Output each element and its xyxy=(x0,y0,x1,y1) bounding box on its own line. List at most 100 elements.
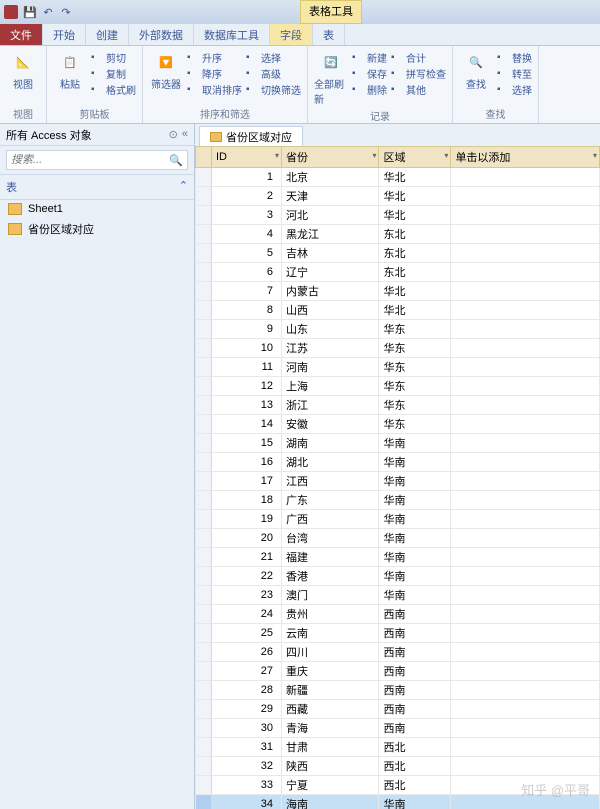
cell-region[interactable]: 华北 xyxy=(379,168,451,187)
cell-region[interactable]: 西北 xyxy=(379,738,451,757)
cell-province[interactable]: 上海 xyxy=(282,377,379,396)
redo-icon[interactable]: ↷ xyxy=(58,4,74,20)
tab-file[interactable]: 文件 xyxy=(0,24,43,45)
cell-province[interactable]: 海南 xyxy=(282,795,379,809)
cell-region[interactable]: 华东 xyxy=(379,396,451,415)
table-row[interactable]: 7内蒙古华北 xyxy=(196,282,600,301)
ribbon-small-button[interactable]: ▪拼写检查 xyxy=(391,66,446,81)
cell-region[interactable]: 东北 xyxy=(379,225,451,244)
cell-empty[interactable] xyxy=(451,586,600,605)
row-selector[interactable] xyxy=(196,776,212,795)
ribbon-tab[interactable]: 表 xyxy=(313,24,345,45)
ribbon-button[interactable]: 🔽筛选器 xyxy=(149,50,183,91)
cell-region[interactable]: 华南 xyxy=(379,567,451,586)
row-selector[interactable] xyxy=(196,491,212,510)
cell-province[interactable]: 云南 xyxy=(282,624,379,643)
cell-province[interactable]: 四川 xyxy=(282,643,379,662)
cell-region[interactable]: 华南 xyxy=(379,472,451,491)
cell-province[interactable]: 天津 xyxy=(282,187,379,206)
cell-id[interactable]: 27 xyxy=(212,662,282,681)
cell-region[interactable]: 华北 xyxy=(379,206,451,225)
ribbon-small-button[interactable]: ▪保存 xyxy=(352,66,387,81)
table-row[interactable]: 16湖北华南 xyxy=(196,453,600,472)
cell-id[interactable]: 15 xyxy=(212,434,282,453)
row-selector[interactable] xyxy=(196,377,212,396)
table-row[interactable]: 3河北华北 xyxy=(196,206,600,225)
ribbon-small-button[interactable]: ▪合计 xyxy=(391,50,446,65)
cell-empty[interactable] xyxy=(451,282,600,301)
row-selector[interactable] xyxy=(196,282,212,301)
cell-province[interactable]: 陕西 xyxy=(282,757,379,776)
cell-id[interactable]: 13 xyxy=(212,396,282,415)
cell-region[interactable]: 华南 xyxy=(379,434,451,453)
ribbon-small-button[interactable]: ▪降序 xyxy=(187,66,242,81)
cell-region[interactable]: 华南 xyxy=(379,453,451,472)
table-row[interactable]: 22香港华南 xyxy=(196,567,600,586)
row-selector[interactable] xyxy=(196,244,212,263)
cell-id[interactable]: 32 xyxy=(212,757,282,776)
cell-id[interactable]: 12 xyxy=(212,377,282,396)
cell-empty[interactable] xyxy=(451,491,600,510)
cell-region[interactable]: 华北 xyxy=(379,187,451,206)
cell-id[interactable]: 16 xyxy=(212,453,282,472)
cell-province[interactable]: 宁夏 xyxy=(282,776,379,795)
row-selector[interactable] xyxy=(196,624,212,643)
cell-id[interactable]: 24 xyxy=(212,605,282,624)
cell-region[interactable]: 西南 xyxy=(379,605,451,624)
ribbon-button[interactable]: 📐视图 xyxy=(6,50,40,91)
row-selector[interactable] xyxy=(196,206,212,225)
row-selector[interactable] xyxy=(196,263,212,282)
cell-region[interactable]: 华南 xyxy=(379,586,451,605)
cell-province[interactable]: 青海 xyxy=(282,719,379,738)
nav-pane-header[interactable]: 所有 Access 对象 ⊙ « xyxy=(0,124,194,146)
cell-province[interactable]: 安徽 xyxy=(282,415,379,434)
cell-province[interactable]: 西藏 xyxy=(282,700,379,719)
cell-id[interactable]: 4 xyxy=(212,225,282,244)
cell-id[interactable]: 7 xyxy=(212,282,282,301)
table-row[interactable]: 26四川西南 xyxy=(196,643,600,662)
table-row[interactable]: 24贵州西南 xyxy=(196,605,600,624)
table-row[interactable]: 15湖南华南 xyxy=(196,434,600,453)
cell-region[interactable]: 西南 xyxy=(379,643,451,662)
table-row[interactable]: 14安徽华东 xyxy=(196,415,600,434)
row-selector[interactable] xyxy=(196,548,212,567)
cell-region[interactable]: 华东 xyxy=(379,358,451,377)
row-selector[interactable] xyxy=(196,795,212,809)
table-row[interactable]: 20台湾华南 xyxy=(196,529,600,548)
cell-province[interactable]: 吉林 xyxy=(282,244,379,263)
cell-province[interactable]: 台湾 xyxy=(282,529,379,548)
cell-id[interactable]: 28 xyxy=(212,681,282,700)
ribbon-small-button[interactable]: ▪高级 xyxy=(246,66,301,81)
datasheet-grid[interactable]: ID▾省份▾区域▾单击以添加▾ 1北京华北2天津华北3河北华北4黑龙江东北5吉林… xyxy=(195,146,600,809)
cell-id[interactable]: 21 xyxy=(212,548,282,567)
row-selector[interactable] xyxy=(196,681,212,700)
ribbon-tab[interactable]: 开始 xyxy=(43,24,86,45)
ribbon-tab[interactable]: 创建 xyxy=(86,24,129,45)
cell-empty[interactable] xyxy=(451,738,600,757)
row-selector[interactable] xyxy=(196,662,212,681)
cell-id[interactable]: 17 xyxy=(212,472,282,491)
cell-id[interactable]: 5 xyxy=(212,244,282,263)
row-selector[interactable] xyxy=(196,472,212,491)
table-row[interactable]: 30青海西南 xyxy=(196,719,600,738)
ribbon-small-button[interactable]: ▪新建 xyxy=(352,50,387,65)
cell-empty[interactable] xyxy=(451,605,600,624)
cell-province[interactable]: 甘肃 xyxy=(282,738,379,757)
ribbon-small-button[interactable]: ▪剪切 xyxy=(91,50,136,65)
cell-empty[interactable] xyxy=(451,700,600,719)
cell-id[interactable]: 11 xyxy=(212,358,282,377)
cell-id[interactable]: 9 xyxy=(212,320,282,339)
row-selector[interactable] xyxy=(196,434,212,453)
cell-region[interactable]: 华南 xyxy=(379,795,451,809)
cell-province[interactable]: 浙江 xyxy=(282,396,379,415)
cell-province[interactable]: 河南 xyxy=(282,358,379,377)
cell-region[interactable]: 华东 xyxy=(379,415,451,434)
row-selector[interactable] xyxy=(196,358,212,377)
cell-province[interactable]: 福建 xyxy=(282,548,379,567)
ribbon-small-button[interactable]: ▪复制 xyxy=(91,66,136,81)
table-row[interactable]: 27重庆西南 xyxy=(196,662,600,681)
ribbon-tab[interactable]: 字段 xyxy=(270,24,313,45)
nav-search[interactable]: 🔍 xyxy=(6,150,188,170)
cell-province[interactable]: 新疆 xyxy=(282,681,379,700)
search-input[interactable] xyxy=(11,154,169,166)
